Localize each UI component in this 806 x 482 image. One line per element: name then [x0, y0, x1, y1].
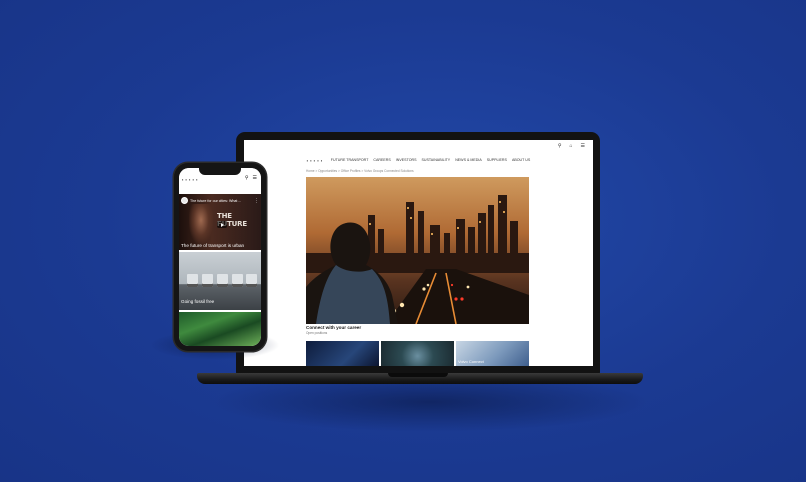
truck-image [232, 274, 243, 287]
phone-notch [199, 168, 241, 175]
trucks-card[interactable]: Going fossil free [179, 252, 261, 310]
video-title-row: The future for our cities: What ... ⋮ [181, 197, 259, 204]
tile-3[interactable]: Volvo Connect [456, 341, 529, 366]
hero-subtitle[interactable]: Open positions [306, 331, 327, 335]
video-person [189, 204, 213, 244]
nav-item-sustainability[interactable]: SUSTAINABILITY [421, 158, 450, 162]
hero-image[interactable] [306, 177, 529, 324]
menu-icon[interactable]: ☰ [253, 175, 257, 181]
nav-item-news-media[interactable]: NEWS & MEDIA [455, 158, 482, 162]
video-caption[interactable]: The future of transport is urban [181, 243, 244, 248]
trucks-caption[interactable]: Going fossil free [181, 299, 214, 304]
home-icon[interactable]: ⌂ [569, 143, 572, 149]
phone-icons: ⚲ ☰ [245, 175, 257, 181]
truck-image [202, 274, 213, 287]
nav-item-careers[interactable]: CAREERS [373, 158, 390, 162]
video-title[interactable]: The future for our cities: What ... [190, 199, 241, 203]
tile-2[interactable] [381, 341, 454, 366]
nav-item-about-us[interactable]: ABOUT US [512, 158, 530, 162]
hero-cityscape [306, 195, 529, 324]
nav-item-future-transport[interactable]: FUTURE TRANSPORT [331, 158, 369, 162]
channel-avatar [181, 197, 188, 204]
site-nav: ▪ ▪ ▪ ▪ ▪ FUTURE TRANSPORT CAREERS INVES… [244, 156, 593, 164]
truck-image [217, 274, 228, 287]
menu-icon[interactable]: ☰ [581, 143, 585, 149]
nav-item-investors[interactable]: INVESTORS [396, 158, 417, 162]
content-tiles: Volvo Connect [306, 341, 529, 366]
truck-image [187, 274, 198, 287]
nav-item-suppliers[interactable]: SUPPLIERS [487, 158, 507, 162]
hero-caption[interactable]: Connect with your career [306, 325, 361, 330]
search-icon[interactable]: ⚲ [245, 175, 249, 181]
breadcrumb[interactable]: Home > Opportunities > Office Profiles >… [306, 169, 414, 173]
truck-image [246, 274, 257, 287]
phone-logo[interactable]: ▪ ▪ ▪ ▪ ▪ [182, 177, 198, 182]
play-icon[interactable] [217, 221, 227, 228]
green-card[interactable] [179, 312, 261, 346]
site-logo[interactable]: ▪ ▪ ▪ ▪ ▪ [307, 158, 323, 163]
more-vertical-icon[interactable]: ⋮ [254, 198, 259, 204]
tile-1[interactable] [306, 341, 379, 366]
site-top-icons: ⚲ ⌂ ☰ [558, 143, 585, 149]
laptop-notch [388, 373, 448, 377]
search-icon[interactable]: ⚲ [558, 143, 562, 149]
tile-label: Volvo Connect [458, 359, 484, 364]
video-card[interactable]: The future for our cities: What ... ⋮ TH… [179, 194, 261, 250]
phone-screen: ▪ ▪ ▪ ▪ ▪ ⚲ ☰ The future for our cities:… [179, 168, 261, 346]
laptop-screen: ⚲ ⌂ ☰ ▪ ▪ ▪ ▪ ▪ FUTURE TRANSPORT CAREERS… [244, 140, 593, 366]
